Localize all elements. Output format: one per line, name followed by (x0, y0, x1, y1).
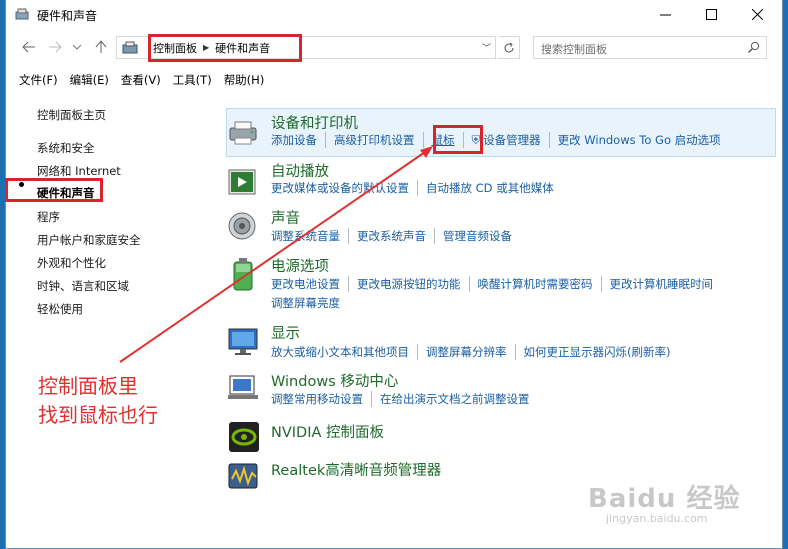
window-title: 硬件和声音 (37, 9, 98, 23)
menu-tools[interactable]: 工具(T) (167, 70, 218, 90)
category-links-devices-printers: 添加设备 高级打印机设置 鼠标 ⛨ 设备管理器 更改 Windows To Go … (271, 132, 737, 148)
category-nvidia: NVIDIA 控制面板 (226, 421, 776, 455)
refresh-icon (504, 42, 513, 52)
mobility-center-icon (228, 375, 258, 399)
link-change-system-sounds[interactable]: 更改系统声音 (357, 228, 435, 244)
category-title-sound[interactable]: 声音 (271, 207, 300, 228)
sidebar-item-clock-region[interactable]: 时钟、语言和区域 (37, 278, 129, 294)
link-adjust-brightness[interactable]: 调整屏幕亮度 (271, 295, 340, 311)
sidebar-item-appearance[interactable]: 外观和个性化 (37, 255, 106, 271)
sidebar-item-network[interactable]: 网络和 Internet (37, 163, 121, 179)
back-button[interactable] (20, 39, 38, 55)
maximize-icon (705, 8, 717, 20)
link-refresh-rate[interactable]: 如何更正显示器闪烁(刷新率) (524, 344, 679, 360)
category-links-autoplay: 更改媒体或设备的默认设置 自动播放 CD 或其他媒体 (271, 180, 570, 196)
refresh-button[interactable] (498, 36, 520, 59)
category-title-power[interactable]: 电源选项 (271, 255, 329, 276)
up-arrow-icon (95, 40, 107, 53)
up-button[interactable] (92, 39, 110, 55)
category-title-nvidia[interactable]: NVIDIA 控制面板 (271, 421, 384, 442)
monitor-icon (228, 328, 258, 355)
category-title-realtek[interactable]: Realtek高清晰音频管理器 (271, 459, 441, 480)
link-advanced-printer-setup[interactable]: 高级打印机设置 (334, 132, 424, 148)
link-autoplay-cd[interactable]: 自动播放 CD 或其他媒体 (426, 180, 562, 196)
category-power: 电源选项 更改电池设置 更改电源按钮的功能 唤醒计算机时需要密码 更改计算机睡眠… (226, 255, 776, 313)
mouse-link-highlight-box (433, 125, 483, 154)
annotation-line-2: 找到鼠标也行 (38, 403, 158, 427)
speaker-icon (228, 212, 256, 240)
sidebar-item-ease-of-access[interactable]: 轻松使用 (37, 301, 83, 317)
maximize-button[interactable] (688, 0, 734, 28)
back-arrow-icon (22, 41, 35, 53)
close-icon (751, 8, 763, 20)
address-row: 控制面板 ▶ 硬件和声音 ﹀ 搜索控制面板 (6, 32, 782, 62)
search-icon[interactable] (747, 41, 760, 54)
category-links-display: 放大或缩小文本和其他项目 调整屏幕分辨率 如何更正显示器闪烁(刷新率) (271, 344, 686, 360)
category-mobility-center: Windows 移动中心 调整常用移动设置 在给出演示文档之前调整设置 (226, 370, 776, 410)
link-mobility-settings[interactable]: 调整常用移动设置 (271, 391, 372, 407)
annotation-text: 控制面板里 找到鼠标也行 (38, 372, 158, 430)
minimize-icon (659, 14, 671, 15)
control-panel-window: 硬件和声音 控制面板 ▶ 硬件和声音 ﹀ 搜索控制面板 文件(F) 编辑(E) … (5, 0, 783, 549)
category-display: 显示 放大或缩小文本和其他项目 调整屏幕分辨率 如何更正显示器闪烁(刷新率) (226, 322, 776, 362)
menu-help[interactable]: 帮助(H) (218, 70, 271, 90)
category-links-power: 更改电池设置 更改电源按钮的功能 唤醒计算机时需要密码 更改计算机睡眠时间 (271, 276, 729, 292)
menu-edit[interactable]: 编辑(E) (64, 70, 115, 90)
category-autoplay: 自动播放 更改媒体或设备的默认设置 自动播放 CD 或其他媒体 (226, 160, 776, 200)
recent-locations-button[interactable] (68, 39, 86, 55)
link-device-manager[interactable]: ⛨ 设备管理器 (472, 132, 550, 148)
sidebar-item-system-security[interactable]: 系统和安全 (37, 140, 95, 156)
sidebar-item-programs[interactable]: 程序 (37, 209, 60, 225)
baidu-watermark-url: jingyan.baidu.com (606, 512, 708, 525)
address-dropdown-icon[interactable]: ﹀ (482, 41, 491, 54)
category-title-devices-printers[interactable]: 设备和打印机 (271, 112, 358, 133)
link-wake-password[interactable]: 唤醒计算机时需要密码 (478, 276, 602, 292)
link-presentation-settings[interactable]: 在给出演示文档之前调整设置 (380, 391, 538, 407)
control-panel-app-icon (15, 8, 29, 20)
chevron-down-icon (72, 44, 82, 50)
link-power-button-function[interactable]: 更改电源按钮的功能 (357, 276, 470, 292)
search-input[interactable]: 搜索控制面板 (533, 36, 767, 59)
link-adjust-volume[interactable]: 调整系统音量 (271, 228, 349, 244)
category-title-mobility-center[interactable]: Windows 移动中心 (271, 370, 398, 391)
sidebar-item-home[interactable]: 控制面板主页 (37, 107, 106, 123)
autoplay-icon (228, 169, 256, 195)
category-sound: 声音 调整系统音量 更改系统声音 管理音频设备 (226, 207, 776, 247)
category-links-mobility-center: 调整常用移动设置 在给出演示文档之前调整设置 (271, 391, 546, 407)
address-highlight-box (148, 34, 302, 62)
baidu-watermark: Baidu 经验 (588, 484, 741, 514)
control-panel-icon (122, 41, 138, 54)
link-change-media-defaults[interactable]: 更改媒体或设备的默认设置 (271, 180, 418, 196)
nvidia-icon (229, 422, 259, 452)
category-links-sound: 调整系统音量 更改系统声音 管理音频设备 (271, 228, 528, 244)
category-devices-printers: 设备和打印机 添加设备 高级打印机设置 鼠标 ⛨ 设备管理器 更改 Windows… (226, 112, 776, 154)
forward-button[interactable] (46, 39, 64, 55)
link-sleep-time[interactable]: 更改计算机睡眠时间 (610, 276, 722, 292)
forward-arrow-icon (49, 41, 62, 53)
category-title-autoplay[interactable]: 自动播放 (271, 160, 329, 181)
minimize-button[interactable] (642, 0, 688, 28)
menu-bar: 文件(F) 编辑(E) 查看(V) 工具(T) 帮助(H) (13, 70, 270, 90)
annotation-line-1: 控制面板里 (38, 374, 138, 398)
link-manage-audio-devices[interactable]: 管理音频设备 (443, 228, 520, 244)
menu-file[interactable]: 文件(F) (13, 70, 64, 90)
search-placeholder: 搜索控制面板 (541, 43, 607, 56)
link-battery-settings[interactable]: 更改电池设置 (271, 276, 349, 292)
title-bar: 硬件和声音 (6, 0, 782, 28)
realtek-icon (228, 463, 258, 489)
link-windows-to-go[interactable]: 更改 Windows To Go 启动选项 (558, 132, 729, 148)
printer-icon (229, 121, 257, 145)
link-screen-resolution[interactable]: 调整屏幕分辨率 (426, 344, 516, 360)
sidebar-item-user-accounts[interactable]: 用户帐户和家庭安全 (37, 232, 141, 248)
category-title-display[interactable]: 显示 (271, 322, 300, 343)
battery-icon (233, 258, 253, 291)
link-add-device[interactable]: 添加设备 (271, 132, 326, 148)
menu-view[interactable]: 查看(V) (115, 70, 167, 90)
link-text-size[interactable]: 放大或缩小文本和其他项目 (271, 344, 418, 360)
sidebar-highlight-box (5, 178, 103, 202)
close-button[interactable] (734, 0, 780, 28)
